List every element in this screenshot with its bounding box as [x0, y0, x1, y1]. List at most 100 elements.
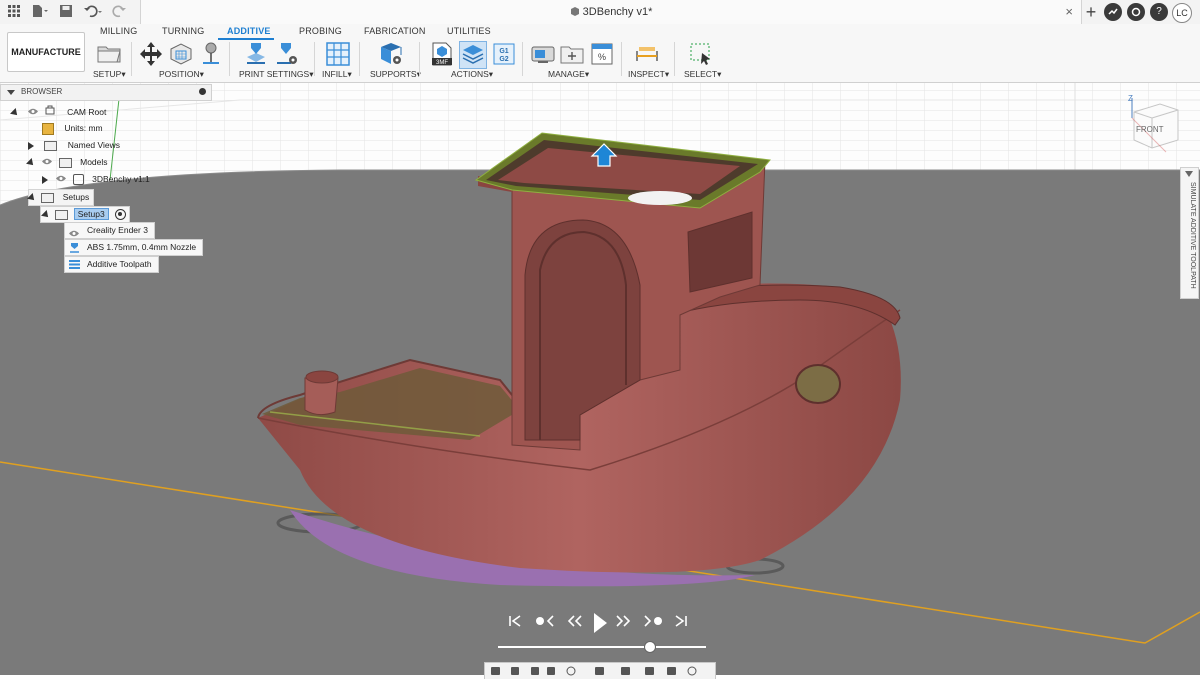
new-tab-plus-icon[interactable]: + [1083, 3, 1099, 21]
viewcube-front-face[interactable]: FRONT [1136, 125, 1164, 134]
tab-probing[interactable]: PROBING [299, 26, 342, 36]
tree-item-machine[interactable]: Creality Ender 3 [64, 222, 155, 239]
folder-icon [58, 157, 72, 168]
tree-label: Creality Ender 3 [87, 225, 148, 235]
visibility-eye-icon[interactable] [42, 155, 53, 170]
tree-label: Additive Toolpath [87, 259, 152, 269]
apps-grid-icon[interactable] [6, 4, 22, 20]
canvas-viewport[interactable] [0, 83, 1200, 675]
measure-icon[interactable] [634, 41, 660, 67]
tab-utilities[interactable]: UTILITIES [447, 26, 491, 36]
tab-turning[interactable]: TURNING [162, 26, 204, 36]
view-cube[interactable]: Z FRONT [1126, 94, 1186, 154]
close-tab-icon[interactable]: × [1065, 4, 1073, 19]
tree-item-additive-toolpath[interactable]: Additive Toolpath [64, 256, 159, 273]
machine-library-icon[interactable] [530, 41, 556, 67]
tree-item-models[interactable]: Models [26, 155, 108, 170]
group-divider [131, 42, 132, 76]
title-bar: 3DBenchy v1* × + ? LC [0, 0, 1200, 25]
tree-item-3dbenchy[interactable]: 3DBenchy v1:1 [42, 172, 150, 187]
help-icon[interactable]: ? [1150, 3, 1168, 21]
post-process-gcode-icon[interactable]: G1 G2 [491, 41, 517, 67]
group-inspect[interactable]: INSPECT▾ [628, 69, 669, 80]
tree-item-print-setting[interactable]: ABS 1.75mm, 0.4mm Nozzle [64, 239, 204, 256]
visibility-eye-icon[interactable] [56, 172, 67, 187]
simulation-timeline-track[interactable] [498, 646, 706, 648]
print-setting-library-icon[interactable]: % [589, 41, 615, 67]
expand-arrow-icon[interactable] [26, 157, 36, 168]
notifications-icon[interactable] [1127, 3, 1145, 21]
group-actions[interactable]: ACTIONS▾ [451, 69, 493, 80]
step-forward-button[interactable] [614, 612, 632, 636]
group-manage[interactable]: MANAGE▾ [548, 69, 589, 80]
infill-grid-icon[interactable] [325, 41, 351, 67]
active-setup-target-icon[interactable] [115, 209, 127, 221]
expand-arrow-icon[interactable] [27, 192, 37, 203]
workspace-switcher-button[interactable]: MANUFACTURE ▾ [7, 32, 85, 95]
simulate-toolpath-icon[interactable] [459, 41, 487, 69]
expand-arrow-icon[interactable] [41, 209, 51, 220]
place-pin-icon[interactable] [198, 41, 224, 67]
collapse-icon[interactable] [7, 90, 15, 95]
group-divider [419, 42, 420, 76]
browser-header[interactable]: BROWSER [0, 84, 212, 101]
viewports-icon [645, 667, 654, 675]
file-icon[interactable] [30, 4, 50, 20]
previous-layer-button[interactable] [534, 612, 556, 636]
setup-folder-icon[interactable] [96, 41, 122, 67]
tree-item-units[interactable]: Units: mm [42, 121, 103, 136]
job-status-icon[interactable] [1104, 3, 1122, 21]
group-infill[interactable]: INFILL▾ [322, 69, 352, 80]
play-button[interactable] [592, 612, 608, 636]
tab-additive[interactable]: ADDITIVE [227, 26, 271, 36]
group-position[interactable]: POSITION▾ [159, 69, 204, 80]
folder-icon [44, 140, 58, 151]
go-to-end-button[interactable] [672, 612, 688, 636]
next-layer-button[interactable] [642, 612, 664, 636]
tree-item-setup3[interactable]: Setup3 [40, 206, 130, 223]
arrange-grid-icon[interactable] [168, 41, 194, 67]
save-icon[interactable] [58, 4, 74, 20]
visibility-eye-icon[interactable] [28, 105, 39, 120]
fit-icon [566, 666, 576, 676]
select-box-icon[interactable] [688, 41, 714, 67]
tree-label: ABS 1.75mm, 0.4mm Nozzle [87, 242, 197, 252]
svg-text:G2: G2 [499, 56, 508, 63]
document-icon [570, 6, 583, 18]
display-settings-icon [595, 667, 604, 675]
group-setup[interactable]: SETUP▾ [93, 69, 126, 80]
expand-arrow-icon[interactable] [42, 175, 48, 184]
export-3mf-icon[interactable]: 3MF [429, 41, 455, 67]
supports-icon[interactable] [378, 41, 404, 67]
group-select[interactable]: SELECT▾ [684, 69, 721, 80]
orbit-icon [491, 667, 500, 675]
tree-item-named-views[interactable]: Named Views [28, 138, 120, 153]
tab-milling[interactable]: MILLING [100, 26, 137, 36]
tree-item-cam-root[interactable]: CAM Root [10, 104, 106, 120]
go-to-start-button[interactable] [508, 612, 524, 636]
timeline-scrubber-handle[interactable] [643, 641, 656, 653]
browser-panel: BROWSER [0, 84, 212, 101]
undo-icon[interactable] [82, 4, 104, 20]
group-print-settings[interactable]: PRINT SETTINGS▾ [239, 69, 314, 80]
template-library-icon[interactable] [559, 41, 585, 67]
browser-pin-icon[interactable] [199, 88, 206, 95]
step-back-button[interactable] [566, 612, 584, 636]
print-settings-nozzle-icon[interactable] [243, 41, 269, 67]
redo-icon[interactable] [110, 4, 132, 20]
simulation-playback-controls [498, 612, 708, 638]
look-at-icon [511, 667, 519, 675]
group-supports[interactable]: SUPPORTS▾ [370, 69, 421, 80]
environment-icon [667, 667, 676, 675]
simulate-additive-toolpath-panel[interactable]: SIMULATE ADDITIVE TOOLPATH [1180, 167, 1199, 299]
svg-text:%: % [598, 52, 606, 62]
document-tab[interactable]: 3DBenchy v1* × [140, 0, 1082, 24]
tree-item-setups[interactable]: Setups [27, 189, 95, 206]
expand-arrow-icon[interactable] [10, 107, 20, 118]
move-arrows-icon[interactable] [138, 41, 164, 67]
print-settings-edit-icon[interactable] [273, 41, 299, 67]
toolpath-layers-icon [69, 259, 80, 275]
tab-fabrication[interactable]: FABRICATION [364, 26, 426, 36]
expand-arrow-icon[interactable] [28, 141, 34, 150]
user-avatar[interactable]: LC [1172, 3, 1192, 23]
